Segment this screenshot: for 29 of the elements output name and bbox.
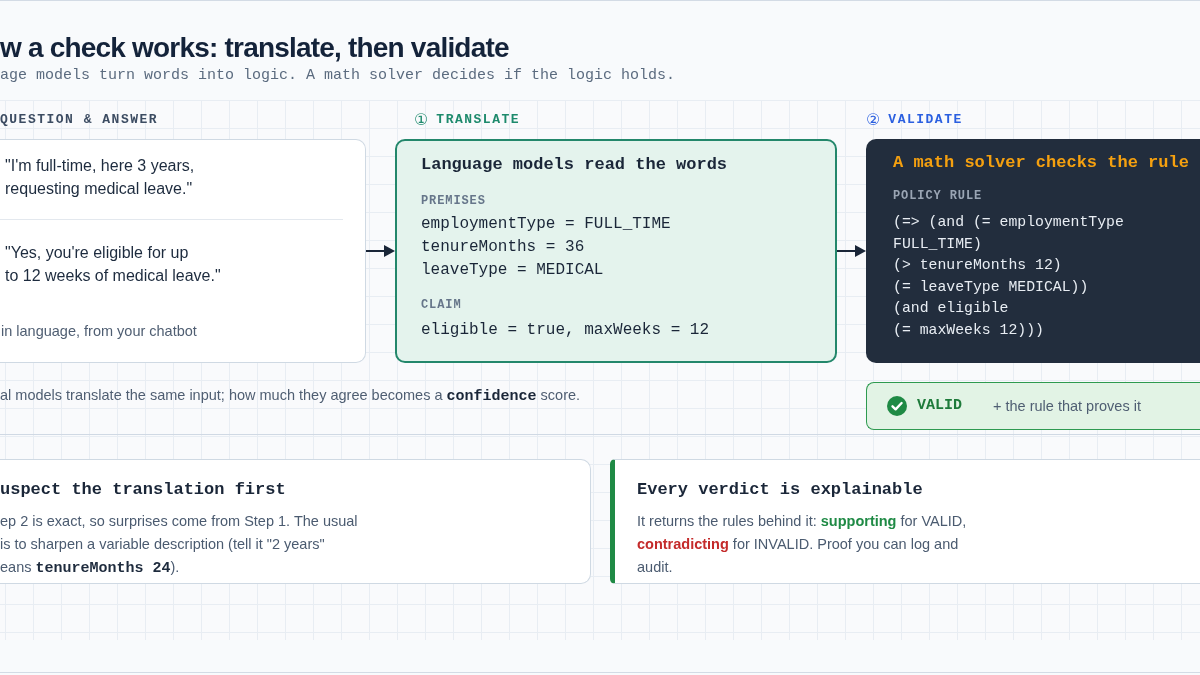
answer-quote: "Yes, you're eligible for up to 12 weeks of medical leave." bbox=[5, 243, 222, 286]
check-circle-icon bbox=[887, 396, 907, 416]
section-label: TRANSLATE bbox=[436, 111, 521, 129]
policy-rule-label: POLICY RULE bbox=[893, 188, 984, 204]
footnote-text: al models translate the same input; how much they agree becomes a confidence score. bbox=[0, 386, 582, 407]
premise-line: leaveType = MEDICAL bbox=[421, 260, 605, 281]
question-quote: "I'm full-time, here 3 years, requesting medical leave." bbox=[5, 156, 196, 199]
card-heading: Language models read the words bbox=[421, 154, 729, 176]
step-number: ① bbox=[414, 111, 429, 129]
card-heading: uspect the translation first bbox=[0, 479, 287, 501]
claim-line: eligible = true, maxWeeks = 12 bbox=[421, 320, 711, 341]
section-label: VALIDATE bbox=[888, 111, 963, 129]
page-subtitle: age models turn words into logic. A math solver decides if the logic holds. bbox=[0, 66, 677, 86]
page-title: w a check works: translate, then validate bbox=[0, 31, 510, 65]
premise-line: tenureMonths = 36 bbox=[421, 237, 586, 258]
card-heading: A math solver checks the rule bbox=[893, 152, 1190, 174]
connector-arrow bbox=[366, 244, 395, 258]
section-label: QUESTION & ANSWER bbox=[0, 111, 159, 129]
card-body: ep 2 is exact, so surprises come from Step 1. The usual is to sharpen a variable description (tell it "2 years" eans tenureMonths 24). bbox=[0, 512, 359, 579]
card-body: It returns the rules behind it: supporting for VALID, contradicting for INVALID. Proof you can log and audit. bbox=[637, 512, 968, 577]
claim-label: CLAIM bbox=[421, 297, 463, 313]
policy-rule-code: (=> (and (= employmentType FULL_TIME) (> tenureMonths 12) (= leaveType MEDICAL)) (and eligible (= maxWeeks 12))) bbox=[893, 213, 1125, 340]
card-heading: Every verdict is explainable bbox=[637, 479, 924, 501]
step-number: ② bbox=[866, 111, 881, 129]
verdict-note: + the rule that proves it bbox=[993, 397, 1141, 416]
premises-label: PREMISES bbox=[421, 193, 487, 209]
card-caption: in language, from your chatbot bbox=[1, 322, 198, 341]
premise-line: employmentType = FULL_TIME bbox=[421, 214, 672, 235]
verdict-label: VALID bbox=[917, 396, 962, 416]
